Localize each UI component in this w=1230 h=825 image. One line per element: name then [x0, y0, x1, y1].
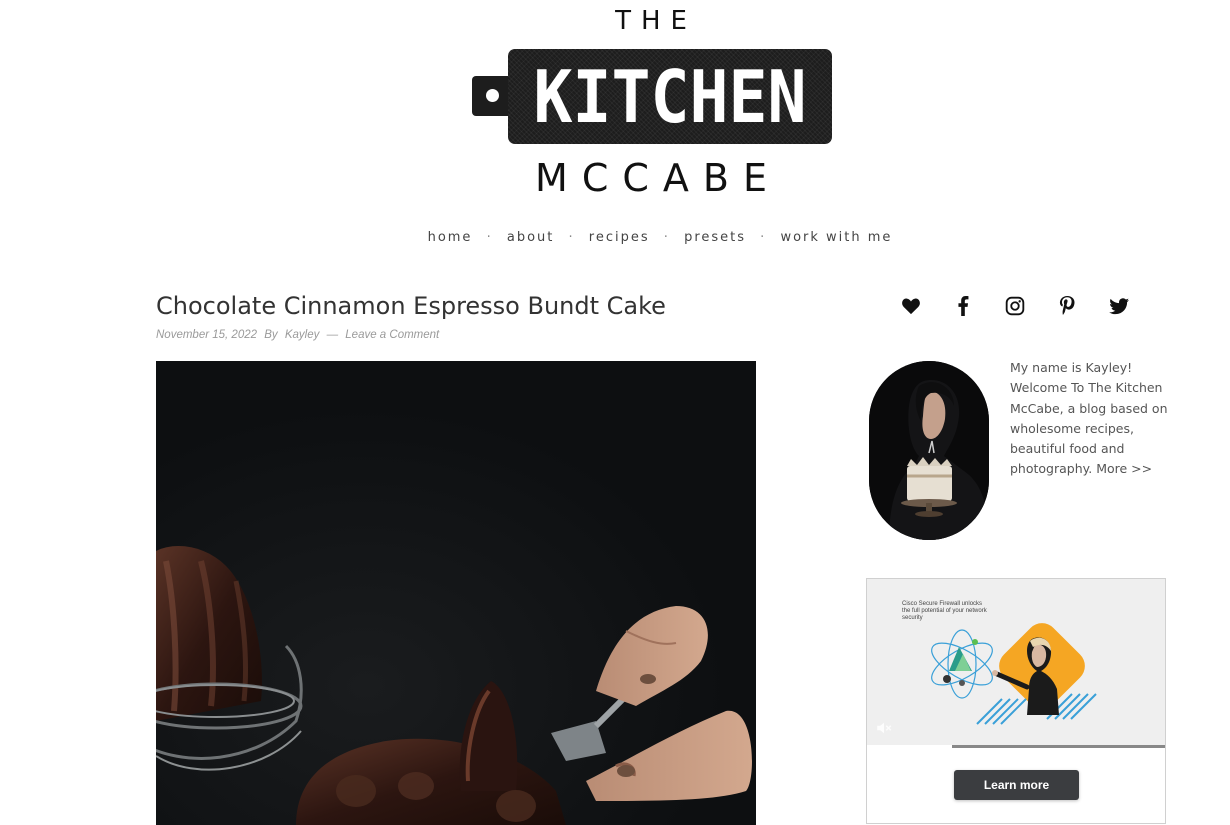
nav-item-about[interactable]: about: [507, 230, 555, 245]
author-photo[interactable]: [869, 361, 989, 540]
post-author-link[interactable]: Kayley: [285, 329, 320, 341]
ad-progress-bar: [952, 745, 1165, 748]
post-by-label: By: [264, 329, 278, 341]
site-logo[interactable]: THE KITCHEN MCCABE: [470, 4, 832, 200]
ad-illustration: [931, 623, 1097, 725]
post-meta: November 15, 2022 By Kayley — Leave a Co…: [156, 329, 439, 341]
ad-video[interactable]: Cisco Secure Firewall unlocks the full p…: [867, 579, 1165, 745]
main-nav: home · about · recipes · presets · work …: [0, 230, 1230, 245]
instagram-icon[interactable]: [1001, 292, 1029, 320]
post-meta-dash: —: [326, 329, 339, 341]
post-date: November 15, 2022: [156, 329, 258, 341]
post-title[interactable]: Chocolate Cinnamon Espresso Bundt Cake: [156, 292, 666, 320]
sidebar-ad[interactable]: Cisco Secure Firewall unlocks the full p…: [866, 578, 1166, 824]
nav-item-home[interactable]: home: [428, 230, 473, 245]
facebook-icon[interactable]: [949, 292, 977, 320]
cake-photo: [156, 361, 756, 825]
post-featured-image[interactable]: [156, 361, 756, 825]
twitter-icon[interactable]: [1105, 292, 1133, 320]
nav-separator: ·: [663, 230, 670, 245]
about-blurb: My name is Kayley! Welcome To The Kitche…: [1010, 358, 1175, 480]
nav-separator: ·: [568, 230, 575, 245]
logo-mccabe-text: MCCABE: [535, 156, 781, 200]
mute-icon[interactable]: [875, 719, 893, 737]
nav-separator: ·: [486, 230, 493, 245]
pinterest-icon[interactable]: [1053, 292, 1081, 320]
nav-item-work-with-me[interactable]: work with me: [780, 230, 892, 245]
post-comment-link[interactable]: Leave a Comment: [345, 329, 439, 341]
about-more-link[interactable]: More >>: [1096, 461, 1152, 476]
logo-kitchen-text: KITCHEN: [533, 55, 807, 139]
social-icons: [897, 292, 1167, 320]
ad-learn-more-button[interactable]: Learn more: [954, 770, 1079, 800]
page: THE KITCHEN MCCABE home · about · recipe…: [0, 0, 1230, 825]
nav-item-recipes[interactable]: recipes: [589, 230, 650, 245]
about-text: My name is Kayley! Welcome To The Kitche…: [1010, 360, 1168, 477]
logo-the-text: THE: [615, 6, 697, 36]
nav-item-presets[interactable]: presets: [684, 230, 746, 245]
heart-icon[interactable]: [897, 292, 925, 320]
author-portrait: [869, 361, 989, 540]
logo-handle-hole: [486, 89, 499, 102]
nav-separator: ·: [760, 230, 767, 245]
